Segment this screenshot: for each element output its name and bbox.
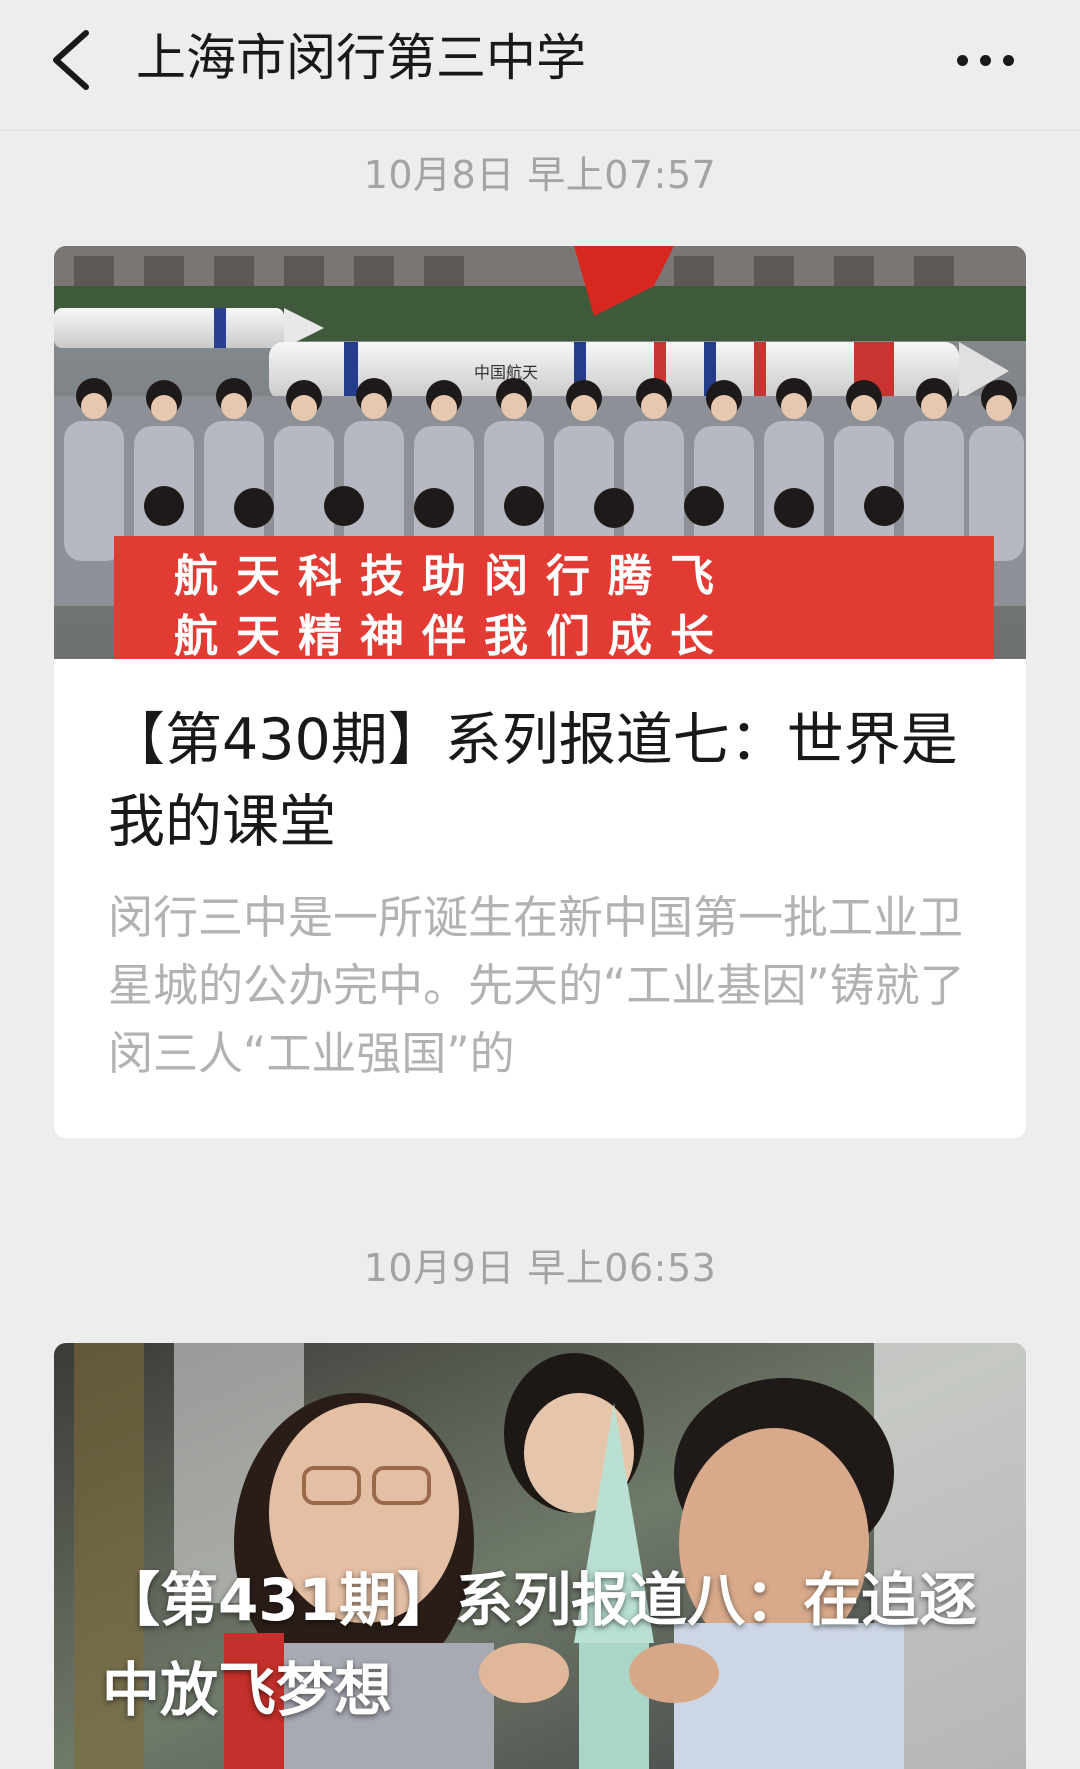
article-cover-image: 中国航天 航天科技助闵行腾飞 航天精神伴我们成长 [54,246,1026,659]
article-description: 闵行三中是一所诞生在新中国第一批工业卫星城的公办完中。先天的“工业基因”铸就了闵… [108,891,965,1080]
more-dots-icon [951,54,1020,66]
more-options-button[interactable] [940,20,1030,100]
article-title: 【第430期】系列报道七：世界是我的课堂 [108,707,958,855]
message-timestamp: 10月9日 早上06:53 [363,1246,717,1290]
banner-text-line1: 航天科技助闵行腾飞 [174,551,732,602]
svg-text:中国航天: 中国航天 [474,363,538,382]
message-timestamp: 10月8日 早上07:57 [363,153,717,197]
back-button[interactable] [30,20,110,100]
chevron-left-icon [53,30,89,90]
banner-text-line2: 航天精神伴我们成长 [174,611,732,659]
top-nav-bar: 上海市闵行第三中学 [0,0,1080,131]
account-title: 上海市闵行第三中学 [136,29,586,87]
article-title-overlay: 【第431期】系列报道八：在追逐中放飞梦想 [102,1566,978,1724]
article-card[interactable]: 【第431期】系列报道八：在追逐中放飞梦想 [54,1343,1026,1769]
article-card[interactable]: 中国航天 航天科技助闵行腾飞 航天精神伴我们成长 【第430期】系列报道七：世界… [54,246,1026,1138]
